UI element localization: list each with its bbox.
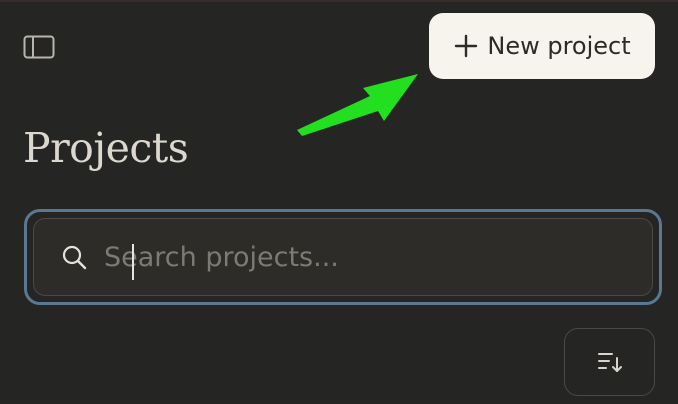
sort-button[interactable]	[564, 328, 655, 396]
search-box[interactable]	[33, 218, 653, 296]
sidebar-panel-icon	[23, 35, 55, 59]
search-input[interactable]	[104, 235, 652, 279]
new-project-button[interactable]: New project	[429, 13, 655, 79]
page-title: Projects	[23, 124, 189, 172]
text-caret	[132, 244, 134, 280]
sort-icon	[597, 353, 622, 372]
annotation-arrow-icon	[297, 74, 418, 136]
plus-icon	[455, 34, 478, 58]
search-focus-ring	[24, 209, 662, 305]
window-top-edge	[0, 0, 678, 2]
sidebar-toggle-button[interactable]	[22, 33, 56, 61]
new-project-label: New project	[487, 32, 631, 60]
search-icon	[62, 245, 87, 270]
